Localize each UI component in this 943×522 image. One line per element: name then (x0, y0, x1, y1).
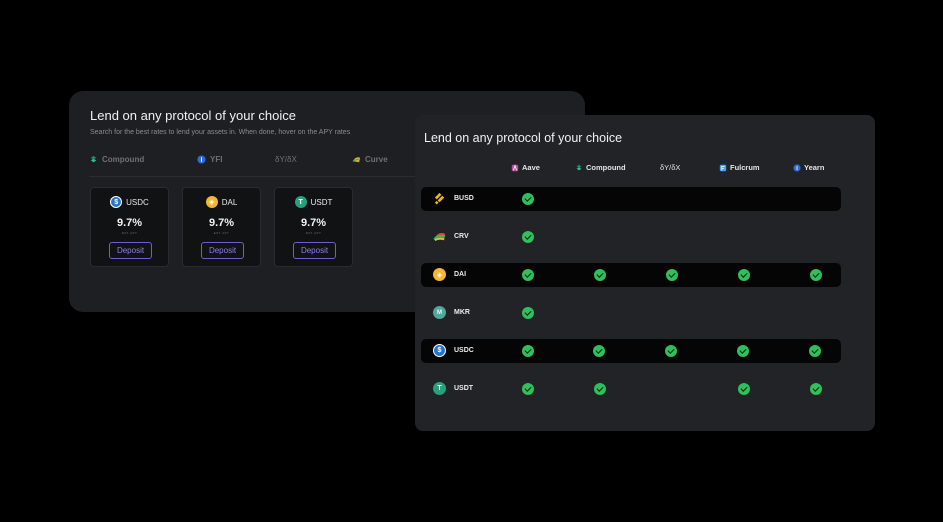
table-row-dai[interactable]: ◈ DAI (421, 263, 841, 287)
check-icon (522, 307, 534, 319)
check-icon (522, 269, 534, 281)
deposit-button[interactable]: Deposit (201, 242, 244, 259)
asset-symbol: MKR (454, 309, 470, 316)
asset-symbol: CRV (454, 233, 469, 240)
asset-card-dal: ◈ DAL 9.7% EST. APY Deposit (182, 187, 261, 267)
deposit-button[interactable]: Deposit (109, 242, 152, 259)
usdt-icon: T (433, 382, 446, 395)
check-icon (809, 345, 821, 357)
asset-symbol: USDC (126, 197, 149, 207)
tab-label: δY/δX (275, 155, 297, 164)
check-icon (594, 269, 606, 281)
check-icon (738, 269, 750, 281)
deposit-button[interactable]: Deposit (293, 242, 336, 259)
dai-icon: ◈ (433, 268, 446, 281)
table-row-mkr[interactable]: M MKR (421, 301, 841, 325)
crv-icon (433, 233, 446, 242)
column-compound: Compound (575, 163, 626, 172)
check-icon (737, 345, 749, 357)
card-subtitle: Search for the best rates to lend your a… (90, 129, 351, 136)
tab-curve[interactable]: Curve (352, 155, 388, 164)
apy-rate[interactable]: 9.7% (275, 217, 352, 229)
column-fulcrum: Fulcrum (719, 163, 760, 172)
yearn-icon (793, 163, 801, 172)
apy-label: EST. APY (305, 231, 322, 235)
check-icon (594, 383, 606, 395)
tab-label: Curve (365, 155, 388, 164)
apy-rate[interactable]: 9.7% (183, 217, 260, 229)
check-icon (522, 383, 534, 395)
mkr-icon: M (433, 306, 446, 319)
table-row-busd[interactable]: BUSD (421, 187, 841, 211)
check-icon (738, 383, 750, 395)
check-icon (522, 231, 534, 243)
column-aave: Aave (511, 163, 540, 172)
aave-icon (511, 163, 519, 171)
table-row-crv[interactable]: CRV (421, 225, 841, 249)
usdt-icon: T (294, 196, 307, 208)
compound-icon (576, 164, 582, 170)
table-row-usdt[interactable]: T USDT (421, 377, 841, 401)
asset-symbol: USDT (454, 385, 474, 392)
yfi-icon (197, 155, 206, 164)
check-icon (665, 345, 677, 357)
asset-symbol: DAL (221, 197, 238, 207)
asset-symbol: BUSD (454, 195, 474, 202)
check-icon (666, 269, 678, 281)
tab-yfi[interactable]: YFI (197, 155, 222, 164)
asset-card-usdt: T USDT 9.7% EST. APY Deposit (274, 187, 353, 267)
card-title: Lend on any protocol of your choice (424, 131, 623, 145)
check-icon (522, 193, 534, 205)
apy-label: EST. APY (213, 231, 230, 235)
check-icon (522, 345, 534, 357)
apy-label: EST. APY (121, 231, 138, 235)
curve-icon (352, 157, 361, 163)
tab-label: YFI (210, 155, 223, 164)
column-yearn: Yearn (793, 163, 824, 172)
usdc-icon: $ (433, 344, 446, 357)
tab-compound[interactable]: Compound (89, 155, 144, 164)
divider (89, 176, 419, 177)
check-icon (810, 383, 822, 395)
busd-icon (434, 192, 445, 205)
check-icon (810, 269, 822, 281)
asset-card-usdc: $ USDC 9.7% EST. APY Deposit (90, 187, 169, 267)
protocol-support-table: Lend on any protocol of your choice Aave… (415, 115, 875, 431)
fulcrum-icon (719, 164, 727, 171)
asset-symbol: USDC (454, 347, 474, 354)
usdc-icon: $ (110, 196, 123, 208)
asset-symbol: USDT (310, 197, 333, 207)
column-dydx: δY/δX (660, 163, 681, 172)
tab-dydx[interactable]: δY/δX (275, 155, 297, 164)
dai-icon: ◈ (205, 196, 218, 208)
compound-icon (90, 155, 97, 163)
table-row-usdc[interactable]: $ USDC (421, 339, 841, 363)
asset-symbol: DAI (454, 271, 467, 278)
check-icon (593, 345, 605, 357)
tab-label: Compound (102, 155, 145, 164)
card-title: Lend on any protocol of your choice (90, 108, 296, 123)
apy-rate[interactable]: 9.7% (91, 217, 168, 229)
